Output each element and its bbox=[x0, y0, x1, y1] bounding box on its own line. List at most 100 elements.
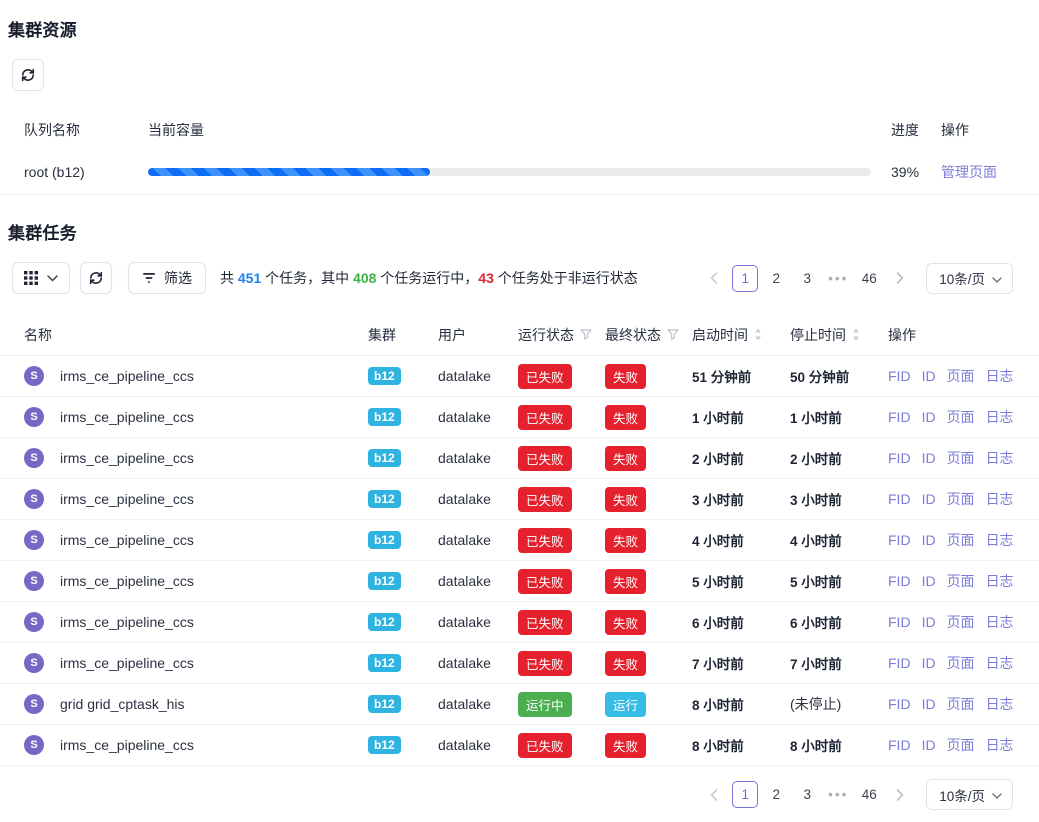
task-name: irms_ce_pipeline_ccs bbox=[60, 573, 194, 589]
page-button-2[interactable]: 2 bbox=[763, 781, 789, 808]
pagination-top: 1 2 3 ••• 46 10条/页 bbox=[696, 263, 1013, 294]
id-link[interactable]: ID bbox=[922, 491, 936, 507]
user-name: datalake bbox=[438, 409, 518, 425]
chevron-right-icon[interactable] bbox=[887, 265, 913, 292]
table-row: S irms_ce_pipeline_ccs b12 datalake 已失败 … bbox=[0, 397, 1039, 438]
header-final-status[interactable]: 最终状态 bbox=[605, 325, 692, 345]
log-link[interactable]: 日志 bbox=[986, 735, 1014, 755]
id-link[interactable]: ID bbox=[922, 368, 936, 384]
run-status-badge: 已失败 bbox=[518, 364, 572, 389]
run-status-badge: 已失败 bbox=[518, 569, 572, 594]
page-link[interactable]: 页面 bbox=[947, 571, 975, 591]
header-run-status[interactable]: 运行状态 bbox=[518, 325, 605, 345]
fid-link[interactable]: FID bbox=[888, 409, 911, 425]
cluster-badge: b12 bbox=[368, 736, 401, 754]
id-link[interactable]: ID bbox=[922, 696, 936, 712]
task-name: irms_ce_pipeline_ccs bbox=[60, 532, 194, 548]
page-link[interactable]: 页面 bbox=[947, 407, 975, 427]
id-link[interactable]: ID bbox=[922, 737, 936, 753]
fid-link[interactable]: FID bbox=[888, 491, 911, 507]
page-button-last[interactable]: 46 bbox=[856, 781, 882, 808]
filter-button[interactable]: 筛选 bbox=[128, 262, 206, 294]
fid-link[interactable]: FID bbox=[888, 737, 911, 753]
page-link[interactable]: 页面 bbox=[947, 366, 975, 386]
log-link[interactable]: 日志 bbox=[986, 612, 1014, 632]
page-link[interactable]: 页面 bbox=[947, 694, 975, 714]
header-start-time[interactable]: 启动时间 bbox=[692, 325, 790, 345]
stop-time: 3 小时前 bbox=[790, 489, 842, 509]
cluster-badge: b12 bbox=[368, 654, 401, 672]
id-link[interactable]: ID bbox=[922, 573, 936, 589]
page-link[interactable]: 页面 bbox=[947, 735, 975, 755]
tasks-table-body: S irms_ce_pipeline_ccs b12 datalake 已失败 … bbox=[0, 356, 1039, 766]
chevron-left-icon[interactable] bbox=[701, 265, 727, 292]
stop-time: (未停止) bbox=[790, 694, 841, 714]
log-link[interactable]: 日志 bbox=[986, 489, 1014, 509]
manage-page-link[interactable]: 管理页面 bbox=[941, 164, 997, 180]
header-current-capacity: 当前容量 bbox=[148, 120, 891, 140]
filter-lines-icon bbox=[142, 272, 156, 284]
capacity-progress-fill bbox=[148, 168, 430, 176]
page-size-select[interactable]: 10条/页 bbox=[926, 263, 1013, 294]
id-link[interactable]: ID bbox=[922, 532, 936, 548]
id-link[interactable]: ID bbox=[922, 450, 936, 466]
log-link[interactable]: 日志 bbox=[986, 448, 1014, 468]
column-settings-button[interactable] bbox=[12, 262, 70, 294]
log-link[interactable]: 日志 bbox=[986, 694, 1014, 714]
sort-icon[interactable] bbox=[852, 328, 860, 341]
fid-link[interactable]: FID bbox=[888, 368, 911, 384]
log-link[interactable]: 日志 bbox=[986, 407, 1014, 427]
page-button-3[interactable]: 3 bbox=[794, 265, 820, 292]
chevron-right-icon[interactable] bbox=[887, 781, 913, 808]
table-row: S irms_ce_pipeline_ccs b12 datalake 已失败 … bbox=[0, 602, 1039, 643]
fid-link[interactable]: FID bbox=[888, 532, 911, 548]
funnel-icon[interactable] bbox=[580, 329, 592, 340]
header-stop-time[interactable]: 停止时间 bbox=[790, 325, 888, 345]
page-ellipsis[interactable]: ••• bbox=[825, 781, 851, 808]
log-link[interactable]: 日志 bbox=[986, 530, 1014, 550]
tasks-refresh-button[interactable] bbox=[80, 262, 112, 294]
page-link[interactable]: 页面 bbox=[947, 530, 975, 550]
task-name: irms_ce_pipeline_ccs bbox=[60, 491, 194, 507]
page-link[interactable]: 页面 bbox=[947, 653, 975, 673]
run-status-badge: 运行中 bbox=[518, 692, 572, 717]
page-button-1[interactable]: 1 bbox=[732, 265, 758, 292]
resources-refresh-button[interactable] bbox=[12, 59, 44, 91]
page-link[interactable]: 页面 bbox=[947, 612, 975, 632]
funnel-icon[interactable] bbox=[667, 329, 679, 340]
log-link[interactable]: 日志 bbox=[986, 366, 1014, 386]
fid-link[interactable]: FID bbox=[888, 696, 911, 712]
final-status-badge: 失败 bbox=[605, 364, 646, 389]
page-link[interactable]: 页面 bbox=[947, 489, 975, 509]
page-button-3[interactable]: 3 bbox=[794, 781, 820, 808]
page-button-last[interactable]: 46 bbox=[856, 265, 882, 292]
fid-link[interactable]: FID bbox=[888, 450, 911, 466]
user-name: datalake bbox=[438, 737, 518, 753]
start-time: 1 小时前 bbox=[692, 407, 744, 427]
page-button-2[interactable]: 2 bbox=[763, 265, 789, 292]
fid-link[interactable]: FID bbox=[888, 573, 911, 589]
id-link[interactable]: ID bbox=[922, 655, 936, 671]
id-link[interactable]: ID bbox=[922, 409, 936, 425]
page-button-1[interactable]: 1 bbox=[732, 781, 758, 808]
log-link[interactable]: 日志 bbox=[986, 571, 1014, 591]
run-status-badge: 已失败 bbox=[518, 733, 572, 758]
page-ellipsis[interactable]: ••• bbox=[825, 265, 851, 292]
table-row: S irms_ce_pipeline_ccs b12 datalake 已失败 … bbox=[0, 643, 1039, 684]
id-link[interactable]: ID bbox=[922, 614, 936, 630]
failed-count: 43 bbox=[478, 270, 494, 286]
page-size-select[interactable]: 10条/页 bbox=[926, 779, 1013, 810]
chevron-down-icon bbox=[47, 275, 58, 282]
header-operations: 操作 bbox=[888, 325, 1031, 345]
fid-link[interactable]: FID bbox=[888, 614, 911, 630]
fid-link[interactable]: FID bbox=[888, 655, 911, 671]
start-time: 6 小时前 bbox=[692, 612, 744, 632]
stop-time: 2 小时前 bbox=[790, 448, 842, 468]
table-row: S irms_ce_pipeline_ccs b12 datalake 已失败 … bbox=[0, 356, 1039, 397]
sort-icon[interactable] bbox=[754, 328, 762, 341]
log-link[interactable]: 日志 bbox=[986, 653, 1014, 673]
chevron-left-icon[interactable] bbox=[701, 781, 727, 808]
start-time: 8 小时前 bbox=[692, 735, 744, 755]
page-link[interactable]: 页面 bbox=[947, 448, 975, 468]
chevron-down-icon bbox=[992, 271, 1002, 286]
